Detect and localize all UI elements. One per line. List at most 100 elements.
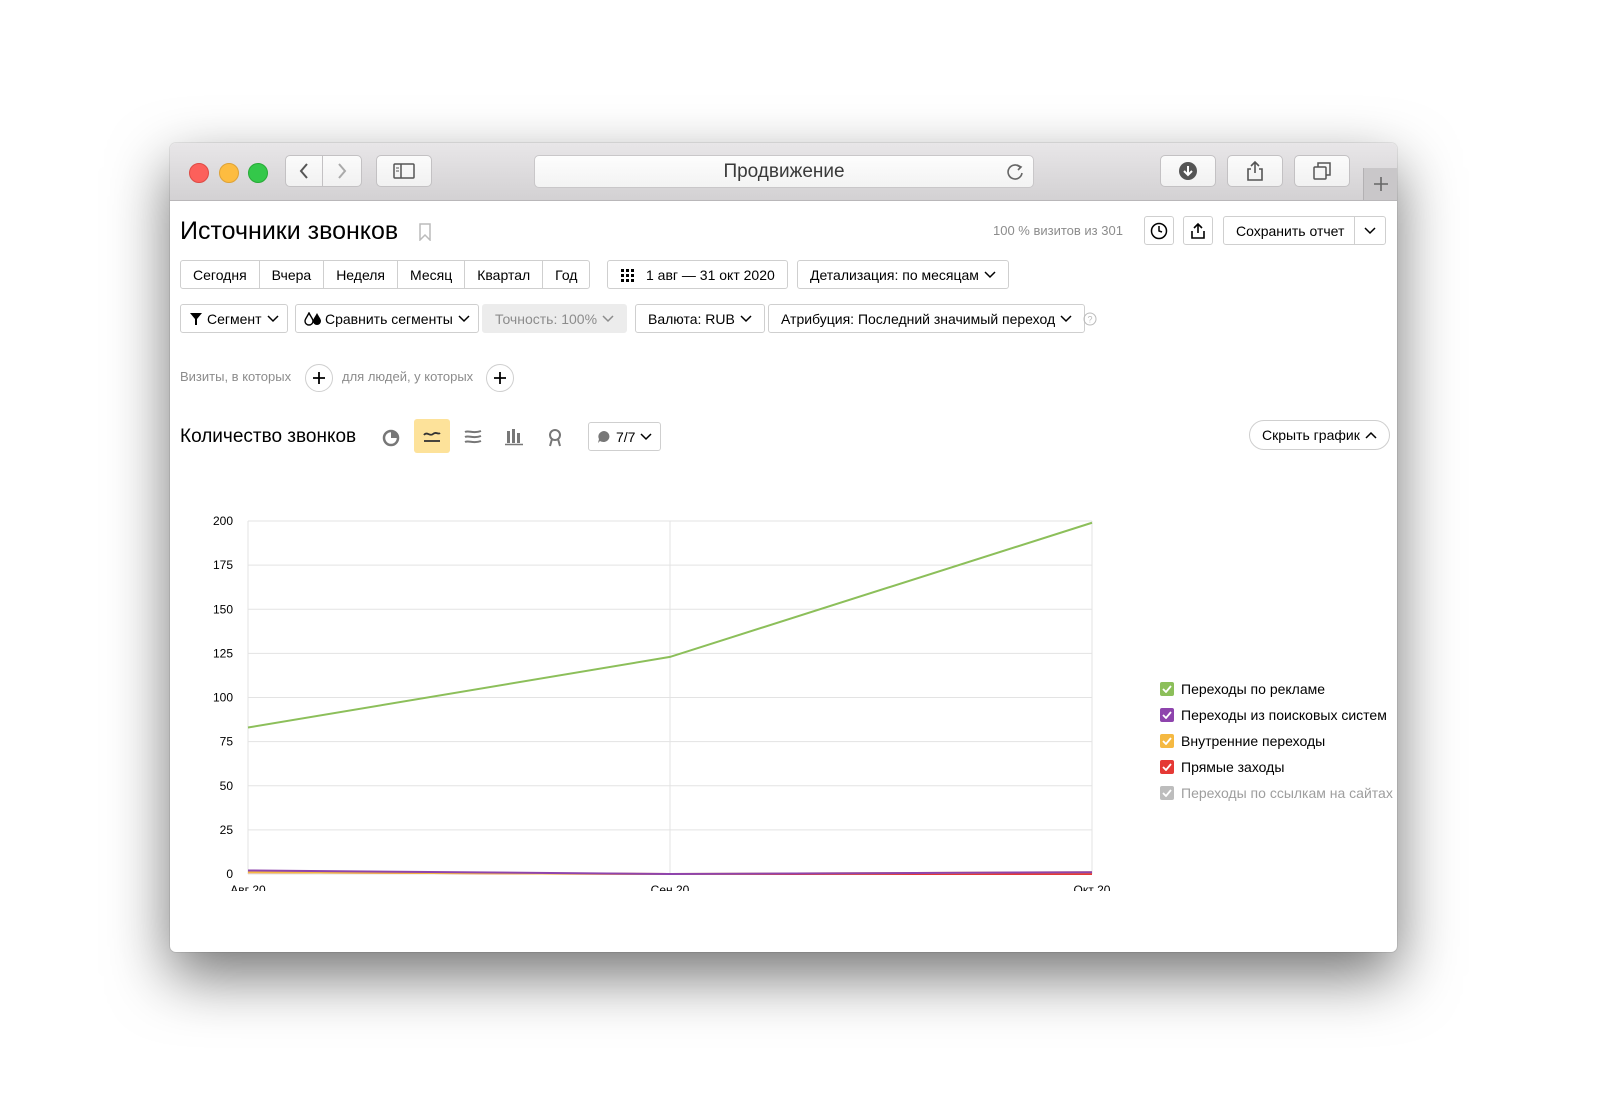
detail-dropdown[interactable]: Детализация: по месяцам [797,260,1009,289]
chevron-down-icon [267,314,279,322]
calendar-icon [621,268,634,282]
chevron-down-icon [458,314,470,322]
y-tick-label: 0 [226,867,233,881]
history-button[interactable] [1144,216,1174,245]
upload-icon [1191,222,1205,239]
attribution-dropdown[interactable]: Атрибуция: Последний значимый переход [768,304,1086,333]
legend-item[interactable]: Внутренние переходы [1160,728,1393,754]
address-bar[interactable]: Продвижение [534,155,1034,188]
tabs-overview-button[interactable] [1294,155,1350,187]
save-report-label: Сохранить отчет [1236,222,1345,239]
compare-segments-dropdown[interactable]: Сравнить сегменты [295,304,479,333]
period-quarter[interactable]: Квартал [465,261,544,288]
browser-window: Продвижение Источники звонков 100 % визи… [170,143,1397,952]
chevron-down-icon [1060,314,1072,322]
minimize-window-button[interactable] [219,163,239,183]
currency-label: Валюта: RUB [648,310,735,327]
legend-item[interactable]: Переходы по рекламе [1160,676,1393,702]
chevron-down-icon [740,314,752,322]
y-tick-label: 100 [213,691,233,705]
checkbox-icon[interactable] [1160,786,1174,800]
checkbox-icon[interactable] [1160,760,1174,774]
checkbox-icon[interactable] [1160,734,1174,748]
y-tick-label: 50 [220,779,234,793]
save-report-button[interactable]: Сохранить отчет [1223,216,1355,245]
x-tick-label: Сен 20 [651,883,690,891]
legend-label: Внутренние переходы [1181,733,1326,749]
plus-icon [1374,177,1388,191]
chart-title: Количество звонков [180,426,357,447]
share-icon [1247,160,1263,181]
chevron-down-icon [640,432,652,440]
map-pin-icon[interactable] [546,428,564,448]
legend-item[interactable]: Переходы из поисковых систем [1160,702,1393,728]
accuracy-dropdown[interactable]: Точность: 100% [482,304,628,333]
back-button[interactable] [285,155,323,187]
plus-icon [313,372,325,384]
compare-segments-label: Сравнить сегменты [325,310,453,327]
y-tick-label: 125 [213,646,233,660]
add-people-condition-button[interactable] [486,364,514,392]
hide-chart-label: Скрыть график [1262,427,1360,443]
legend-label: Прямые заходы [1181,759,1285,775]
svg-text:?: ? [1087,315,1092,325]
filter-icon [190,312,202,325]
hide-chart-button[interactable]: Скрыть график [1249,420,1390,450]
period-year[interactable]: Год [543,261,589,288]
people-condition-label: для людей, у которых [342,369,474,384]
checkbox-icon[interactable] [1160,682,1174,696]
legend-label: Переходы из поисковых систем [1181,707,1387,723]
x-tick-label: Окт 20 [1074,883,1111,891]
legend-item[interactable]: Переходы по ссылкам на сайтах [1160,780,1393,806]
bar-chart-icon[interactable] [505,428,523,446]
period-yesterday[interactable]: Вчера [260,261,325,288]
forward-button[interactable] [322,155,362,187]
series-count-label: 7/7 [616,428,636,445]
speech-bubble-icon [598,430,610,443]
period-month[interactable]: Месяц [398,261,466,288]
zoom-window-button[interactable] [248,163,268,183]
accuracy-label: Точность: 100% [495,310,598,327]
chevron-down-icon [984,270,996,278]
visits-condition-label: Визиты, в которых [180,369,292,384]
area-chart-icon[interactable] [464,429,482,445]
line-chart-button[interactable] [414,419,450,453]
bookmark-icon[interactable] [418,223,432,241]
sidebar-toggle-button[interactable] [376,155,432,187]
line-chart-icon [423,431,441,442]
y-tick-label: 25 [220,823,234,837]
close-window-button[interactable] [189,163,209,183]
y-tick-label: 150 [213,602,233,616]
export-button[interactable] [1183,216,1213,245]
period-week[interactable]: Неделя [324,261,399,288]
attribution-label: Атрибуция: Последний значимый переход [781,310,1056,327]
help-icon[interactable]: ? [1083,312,1097,326]
save-report-menu-button[interactable] [1354,216,1386,245]
checkbox-icon[interactable] [1160,708,1174,722]
detail-label: Детализация: по месяцам [810,266,979,283]
pie-chart-icon[interactable] [382,429,400,447]
page-content: Источники звонков 100 % визитов из 301 С… [170,201,1397,952]
new-tab-button[interactable] [1363,168,1397,200]
legend-label: Переходы по ссылкам на сайтах [1181,785,1393,801]
y-tick-label: 200 [213,514,233,528]
add-visit-condition-button[interactable] [305,364,333,392]
date-range-button[interactable]: 1 авг — 31 окт 2020 [607,260,788,289]
downloads-button[interactable] [1160,155,1216,187]
calls-line-chart: 0 25 50 75 100 125 150 175 200 Авг 20 Сен 20 Окт 20 [213,514,1111,891]
reload-icon[interactable] [1005,162,1025,182]
y-tick-label: 175 [213,558,233,572]
segment-label: Сегмент [207,310,262,327]
tabs-icon [1313,162,1331,180]
series-count-dropdown[interactable]: 7/7 [588,422,662,451]
share-button[interactable] [1227,155,1283,187]
segment-dropdown[interactable]: Сегмент [180,304,288,333]
chevron-up-icon [1365,431,1377,439]
download-icon [1179,162,1197,180]
browser-titlebar: Продвижение [170,143,1397,201]
chart-legend: Переходы по рекламе Переходы из поисковых… [1160,676,1393,806]
currency-dropdown[interactable]: Валюта: RUB [635,304,765,333]
period-today[interactable]: Сегодня [181,261,260,288]
x-tick-label: Авг 20 [230,883,266,891]
legend-item[interactable]: Прямые заходы [1160,754,1393,780]
